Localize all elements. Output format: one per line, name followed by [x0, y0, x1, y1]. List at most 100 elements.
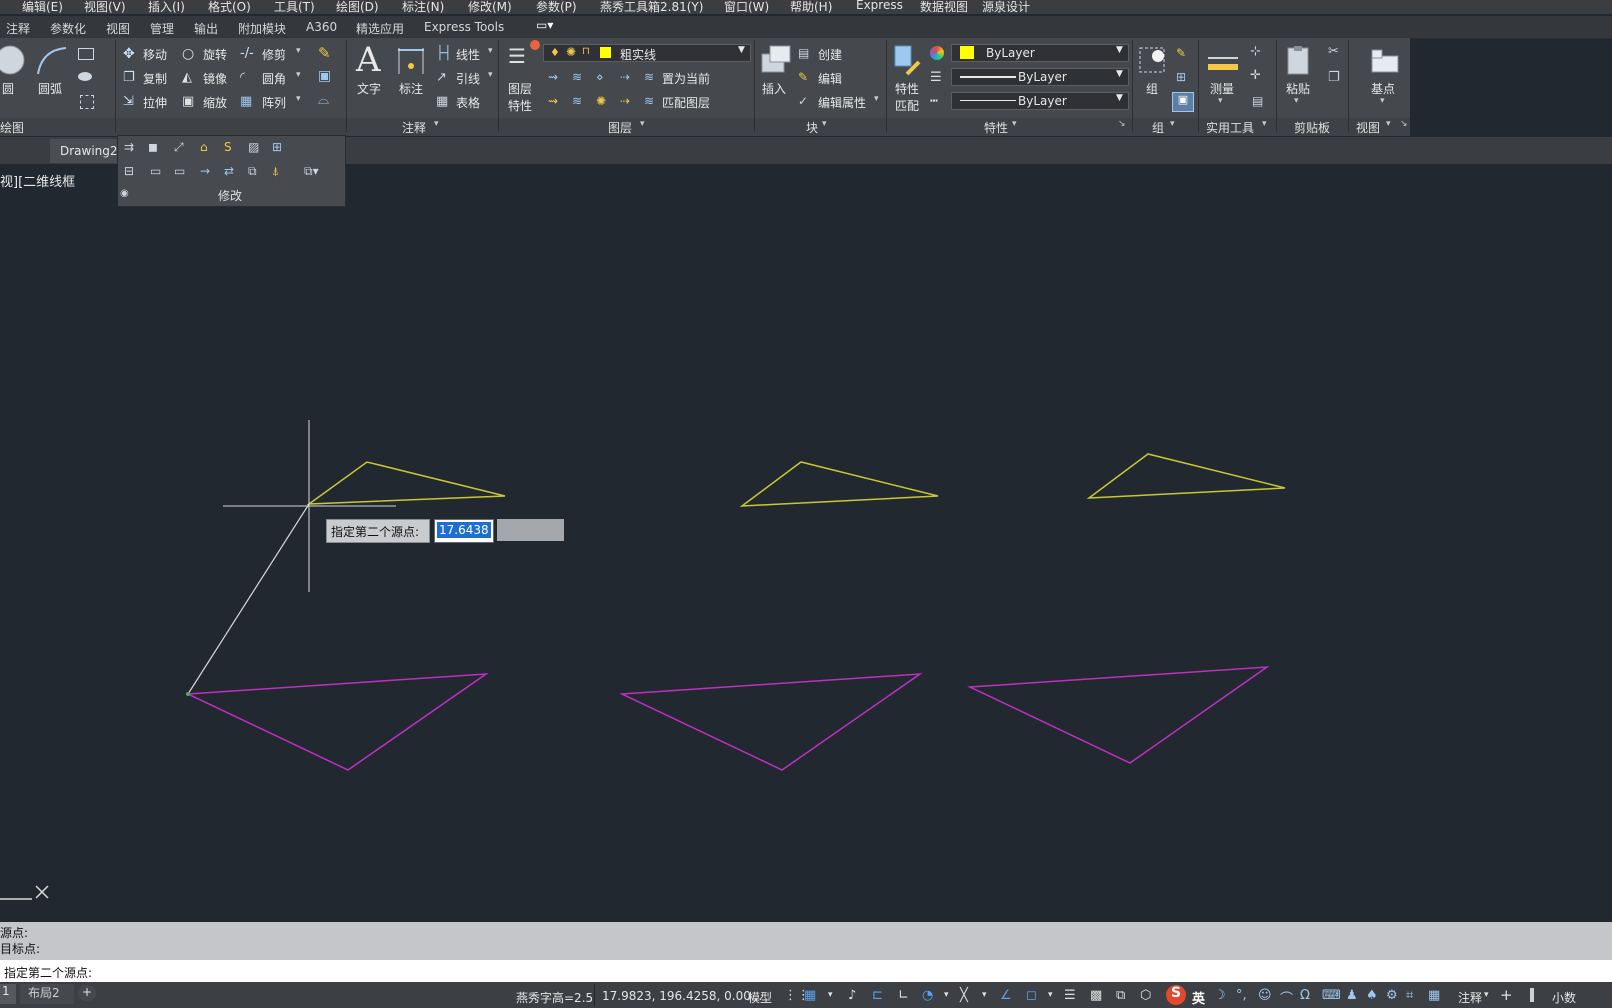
panel-title-view[interactable]: 视图 — [1356, 119, 1380, 136]
panel-title-group[interactable]: 组 — [1152, 119, 1164, 136]
keyboard-icon[interactable]: ⌨ — [1322, 988, 1341, 1003]
flyout-tool-icon[interactable]: ⌂ — [200, 140, 208, 154]
chevron-down-icon[interactable]: ▾ — [822, 119, 827, 129]
chevron-down-icon[interactable]: ▾ — [296, 46, 301, 56]
add-layout-button[interactable]: + — [78, 985, 96, 1001]
chevron-down-icon[interactable]: ▾ — [1380, 96, 1385, 106]
lineweight-icon[interactable]: ☰ — [930, 70, 942, 85]
chevron-down-icon[interactable]: ▾ — [982, 990, 987, 1000]
object-snap-icon[interactable]: ◻ — [1026, 988, 1037, 1003]
explode-icon[interactable]: ▣ — [318, 68, 331, 84]
flyout-tool-icon[interactable]: ▨ — [248, 140, 259, 154]
menu-modify[interactable]: 修改(M) — [468, 0, 512, 14]
chevron-down-icon[interactable]: ▾ — [1294, 96, 1299, 106]
symbol-icon[interactable]: Ω — [1300, 988, 1310, 1003]
tab-view[interactable]: 视图 — [106, 20, 130, 37]
flyout-tool-icon[interactable]: ◼ — [148, 140, 158, 154]
ortho-icon[interactable]: ∟ — [898, 988, 909, 1003]
linetype-dropdown[interactable]: ByLayer ▼ — [951, 68, 1129, 86]
circle-icon[interactable] — [0, 44, 30, 78]
selection-cycling-icon[interactable]: ⧉ — [1116, 988, 1125, 1003]
tab-annotate[interactable]: 注释 — [6, 20, 30, 37]
arc-icon[interactable] — [34, 44, 70, 78]
set-current-button[interactable]: 置为当前 — [662, 70, 710, 87]
infer-constraints-icon[interactable]: ♪ — [848, 988, 856, 1003]
chevron-down-icon[interactable]: ▾ — [296, 94, 301, 104]
linetype-icon[interactable]: ┅ — [930, 94, 938, 109]
layer-tool-icon[interactable]: ✺ — [596, 94, 606, 108]
stretch-button[interactable]: 拉伸 — [143, 94, 167, 111]
chevron-down-icon[interactable]: ▾ — [1012, 119, 1017, 129]
chevron-down-icon[interactable]: ▾ — [1484, 990, 1489, 1000]
toolbox-icon[interactable]: ⚙ — [1386, 988, 1398, 1003]
punctuation-icon[interactable]: °, — [1236, 988, 1247, 1003]
menu-express[interactable]: Express — [856, 0, 903, 12]
color-dropdown[interactable]: ByLayer ▼ — [951, 44, 1129, 62]
chevron-down-icon[interactable]: ▾ — [874, 94, 879, 104]
text-icon[interactable]: A — [356, 40, 381, 80]
measure-icon[interactable] — [1206, 46, 1240, 76]
boundary-icon[interactable] — [80, 95, 94, 109]
menu-parametric[interactable]: 参数(P) — [536, 0, 577, 14]
chevron-down-icon[interactable]: ▾ — [488, 70, 493, 80]
edit-block-button[interactable]: 编辑 — [818, 70, 842, 87]
erase-icon[interactable]: ✎ — [318, 44, 331, 62]
flyout-tool-icon[interactable]: ⇉ — [124, 140, 134, 154]
menu-edit[interactable]: 编辑(E) — [22, 0, 63, 14]
mirror-button[interactable]: 镜像 — [203, 70, 227, 87]
magenta-triangle[interactable] — [619, 673, 923, 771]
copy-button[interactable]: 复制 — [143, 70, 167, 87]
panel-title-clipboard[interactable]: 剪贴板 — [1294, 119, 1330, 136]
linear-button[interactable]: 线性 — [456, 46, 480, 63]
object-snap-tracking-icon[interactable]: ∠ — [1000, 988, 1012, 1003]
layer-tool-icon[interactable]: ⇝ — [548, 94, 558, 108]
menu-data-view[interactable]: 数据视图 — [920, 0, 968, 14]
lineweight-dropdown[interactable]: ByLayer ▼ — [951, 92, 1129, 110]
layer-tool-icon[interactable]: ⇝ — [548, 70, 558, 84]
moon-icon[interactable]: ☽ — [1214, 988, 1226, 1003]
annotation-scale[interactable]: 注释 — [1458, 989, 1482, 1006]
layer-tool-icon[interactable]: ≋ — [572, 70, 582, 84]
layout-tab-1[interactable]: 1 — [0, 984, 16, 1004]
dialog-launcher-icon[interactable]: ↘ — [1400, 119, 1408, 129]
copy-clip-icon[interactable]: ❐ — [1328, 70, 1340, 85]
chevron-down-icon[interactable]: ▾ — [488, 46, 493, 56]
leader-button[interactable]: 引线 — [456, 70, 480, 87]
group-edit-icon[interactable]: ⊞ — [1176, 70, 1186, 84]
grid-menu-icon[interactable]: ▦ — [1428, 988, 1440, 1003]
array-button[interactable]: 阵列 — [262, 94, 286, 111]
color-wheel-icon[interactable] — [930, 46, 944, 60]
panel-title-utilities[interactable]: 实用工具 — [1206, 119, 1254, 136]
trim-button[interactable]: 修剪 — [262, 46, 286, 63]
tab-addins[interactable]: 附加模块 — [238, 20, 286, 37]
panel-title-layers[interactable]: 图层 — [608, 119, 632, 136]
yellow-triangle[interactable] — [306, 461, 506, 505]
panel-title-draw[interactable]: 绘图 — [0, 119, 24, 136]
3d-osnap-icon[interactable]: ⬡ — [1140, 988, 1151, 1003]
ungroup-icon[interactable]: ✎ — [1176, 46, 1186, 60]
layer-tool-icon[interactable]: ⇢ — [620, 94, 630, 108]
command-line[interactable]: 指定第二个源点: — [0, 960, 1612, 982]
layer-tool-icon[interactable]: ≋ — [572, 94, 582, 108]
menu-window[interactable]: 窗口(W) — [724, 0, 769, 14]
viewport-controls[interactable]: 视][二维线框 — [0, 171, 75, 190]
tab-output[interactable]: 输出 — [194, 20, 218, 37]
paste-icon[interactable] — [1284, 44, 1314, 78]
flyout-tool-icon[interactable]: ⊞ — [272, 140, 282, 154]
edit-attributes-button[interactable]: 编辑属性 — [818, 94, 866, 111]
snap-icon[interactable]: ▦ — [804, 988, 816, 1003]
dynamic-input-field[interactable]: 17.6438 — [434, 519, 494, 543]
offset-icon[interactable]: ⌓ — [318, 92, 329, 108]
rotate-button[interactable]: 旋转 — [203, 46, 227, 63]
fillet-button[interactable]: 圆角 — [262, 70, 286, 87]
drawing-canvas[interactable] — [0, 164, 1612, 920]
tab-featured-apps[interactable]: 精选应用 — [356, 20, 404, 37]
tab-a360[interactable]: A360 — [306, 20, 337, 34]
dynamic-input-icon[interactable]: ⊏ — [872, 988, 883, 1003]
calculator-icon[interactable]: ▤ — [1252, 94, 1263, 108]
tab-overflow-icon[interactable]: ▭▾ — [536, 18, 553, 32]
layout-tab-2[interactable]: 布局2 — [20, 984, 74, 1004]
menu-view[interactable]: 视图(V) — [84, 0, 126, 14]
group-selection-icon[interactable]: ▣ — [1172, 92, 1194, 112]
crop-icon[interactable]: ⌗ — [1406, 988, 1413, 1003]
